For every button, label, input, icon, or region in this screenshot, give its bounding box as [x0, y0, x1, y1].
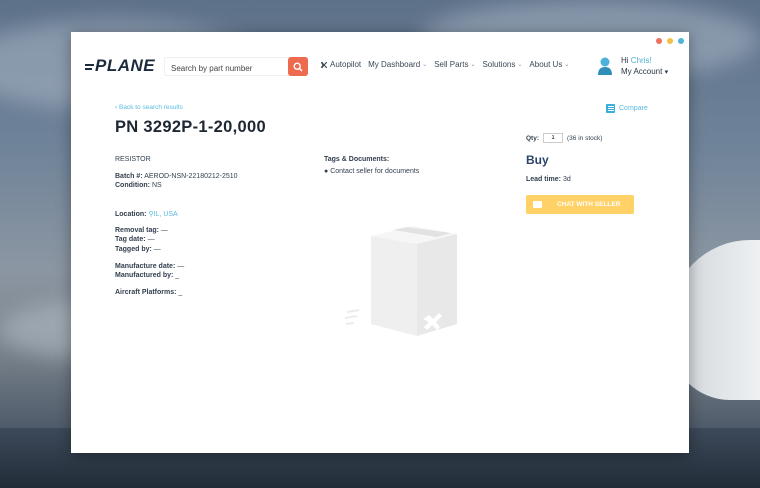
- top-navbar: PLANE Autopilot My Dashboard⌄: [71, 32, 689, 92]
- app-window: PLANE Autopilot My Dashboard⌄: [71, 32, 689, 453]
- back-link-label: Back to search results: [118, 104, 183, 111]
- aircraft-platforms-label: Aircraft Platforms:: [115, 289, 177, 296]
- nav-my-dashboard-label: My Dashboard: [368, 60, 421, 69]
- lead-time-row: Lead time: 3d: [526, 176, 571, 183]
- removal-tag-row: Removal tag: —: [115, 227, 168, 234]
- buy-heading: Buy: [526, 153, 549, 167]
- compare-icon: [606, 104, 615, 113]
- condition-value: NS: [151, 182, 162, 189]
- batch-label: Batch #:: [115, 173, 143, 180]
- manufacture-date-label: Manufacture date:: [115, 263, 176, 270]
- tag-date-label: Tag date:: [115, 236, 146, 243]
- nav-my-dashboard[interactable]: My Dashboard ⌄: [368, 60, 427, 69]
- search-box: [164, 57, 308, 77]
- chevron-down-icon: ⌄: [564, 62, 570, 68]
- removal-tag-label: Removal tag:: [115, 227, 159, 234]
- manufactured-by-value: _: [175, 272, 180, 279]
- location-row: Location: ⚲IL, USA: [115, 210, 178, 218]
- manufactured-by-row: Manufactured by: _: [115, 272, 179, 279]
- quantity-input[interactable]: [543, 133, 563, 143]
- batch-value: AEROD-NSN-22180212-2510: [144, 173, 238, 180]
- aircraft-platforms-value: _: [178, 289, 183, 296]
- contact-docs-row[interactable]: ● Contact seller for documents: [324, 168, 419, 175]
- logo-bars-icon: [85, 62, 94, 72]
- nav-sell-parts[interactable]: Sell Parts ⌄: [434, 60, 475, 69]
- condition-row: Condition: NS: [115, 182, 162, 189]
- tags-documents-heading: Tags & Documents:: [324, 156, 389, 163]
- tags-label: Tags & Documents:: [324, 156, 390, 163]
- plane-logo[interactable]: PLANE: [85, 56, 155, 76]
- search-icon: [293, 61, 303, 72]
- lead-time-label: Lead time:: [526, 176, 562, 183]
- back-to-results-link[interactable]: ‹ Back to search results: [115, 104, 183, 111]
- search-button[interactable]: [288, 57, 308, 76]
- nav-autopilot[interactable]: Autopilot: [320, 60, 361, 69]
- tagged-by-label: Tagged by:: [115, 246, 152, 253]
- nav-sell-parts-label: Sell Parts: [434, 60, 469, 69]
- manufacture-date-row: Manufacture date: —: [115, 263, 184, 270]
- product-placeholder-image: [344, 226, 457, 336]
- tag-icon: ●: [324, 168, 329, 175]
- manufactured-by-label: Manufactured by:: [115, 272, 174, 279]
- nav-solutions[interactable]: Solutions ⌄: [482, 60, 522, 69]
- batch-row: Batch #: AEROD-NSN-22180212-2510: [115, 173, 238, 180]
- quantity-row: Qty: (36 in stock): [526, 133, 602, 143]
- chevron-left-icon: ‹: [115, 104, 118, 111]
- chevron-down-icon: ⌄: [517, 62, 523, 68]
- nav-about-us-label: About Us: [529, 60, 563, 69]
- my-account-label: My Account: [621, 67, 663, 76]
- location-link[interactable]: ⚲IL, USA: [148, 211, 177, 218]
- avatar-icon: [598, 57, 612, 75]
- compare-label: Compare: [619, 105, 648, 112]
- chevron-down-icon: ⌄: [470, 62, 476, 68]
- nav-autopilot-label: Autopilot: [330, 60, 362, 69]
- contact-docs-label: Contact seller for documents: [330, 168, 420, 175]
- condition-label: Condition:: [115, 182, 150, 189]
- nav-solutions-label: Solutions: [482, 60, 516, 69]
- manufacture-date-value: —: [177, 263, 185, 270]
- lead-time-value: 3d: [562, 176, 571, 183]
- search-input[interactable]: [165, 60, 281, 77]
- compare-button[interactable]: Compare: [606, 104, 648, 113]
- location-label: Location:: [115, 211, 147, 218]
- tag-date-row: Tag date: —: [115, 236, 155, 243]
- user-name: Chris!: [630, 56, 652, 65]
- tagged-by-row: Tagged by: —: [115, 246, 161, 253]
- chat-with-seller-button[interactable]: CHAT WITH SELLER: [526, 195, 634, 214]
- logo-text: PLANE: [95, 56, 156, 75]
- chat-button-label: CHAT WITH SELLER: [557, 201, 621, 208]
- chat-icon: [533, 201, 542, 208]
- removal-tag-value: —: [160, 227, 168, 234]
- aircraft-platforms-row: Aircraft Platforms: _: [115, 289, 182, 296]
- part-category: RESISTOR: [115, 156, 151, 163]
- tag-date-value: —: [147, 236, 155, 243]
- plane-icon: [320, 61, 328, 68]
- caret-down-icon: ▾: [664, 69, 669, 76]
- stock-count: (36 in stock): [567, 134, 603, 142]
- tagged-by-value: —: [153, 246, 161, 253]
- qty-label: Qty:: [526, 134, 539, 142]
- greeting: Hi: [621, 56, 629, 65]
- location-value: IL, USA: [153, 211, 178, 218]
- nav-about-us[interactable]: About Us ⌄: [529, 60, 569, 69]
- chevron-down-icon: ⌄: [422, 62, 428, 68]
- page-title: PN 3292P-1-20,000: [115, 118, 266, 136]
- main-nav: Autopilot My Dashboard ⌄ Sell Parts ⌄ Solu…: [320, 60, 569, 69]
